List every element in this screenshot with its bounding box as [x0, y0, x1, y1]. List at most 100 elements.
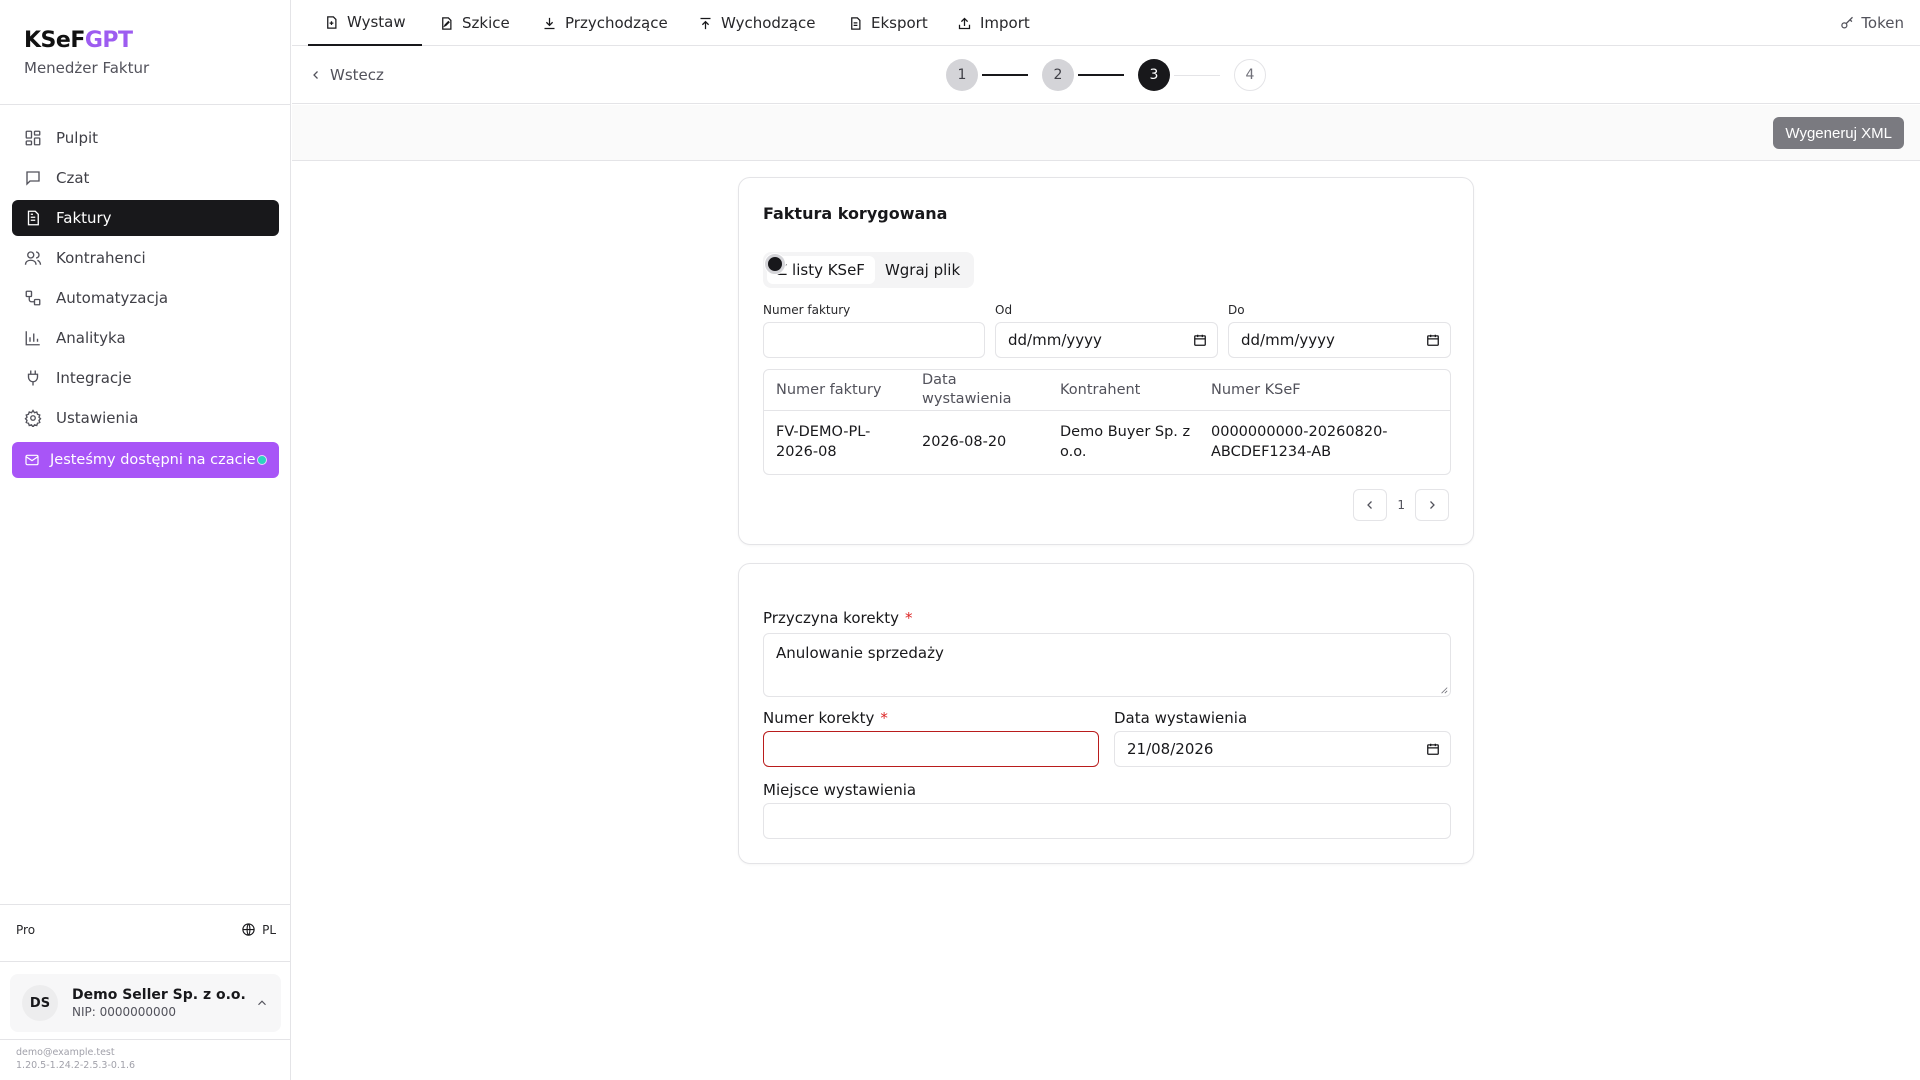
sidebar-item-label: Integracje	[56, 369, 132, 387]
sidebar-item-integracje[interactable]: Integracje	[12, 360, 279, 396]
sidebar-item-label: Automatyzacja	[56, 289, 169, 307]
tab-przychodzace[interactable]: Przychodzące	[542, 0, 668, 46]
chevron-right-icon	[1430, 501, 1435, 509]
calendar-icon[interactable]	[1426, 742, 1440, 756]
sidebar-item-pulpit[interactable]: Pulpit	[12, 120, 279, 156]
date-to-input[interactable]: dd/mm/yyyy	[1228, 322, 1451, 358]
logo-text-gpt: GPT	[84, 28, 133, 53]
cell-date: 2026-08-20	[922, 434, 1007, 450]
column-header-date-line: wystawienia	[922, 391, 1012, 407]
gear-icon	[24, 409, 42, 427]
back-button[interactable]: Wstecz	[310, 46, 384, 104]
date-to-value: dd/mm/yyyy	[1241, 331, 1335, 349]
token-button[interactable]: Token	[1840, 0, 1904, 46]
plan-row: Pro PL	[16, 922, 276, 937]
tab-eksport[interactable]: Eksport	[848, 0, 928, 46]
issue-date-label: Data wystawienia	[1114, 709, 1248, 727]
upload-icon	[700, 17, 711, 29]
cell-number: FV-DEMO-PL- 2026-08	[776, 422, 870, 462]
logo-text-ksef: KSeF	[24, 28, 85, 53]
calendar-icon[interactable]	[1426, 333, 1440, 347]
table-header: Numer faktury Data wystawienia Kontrahen…	[764, 370, 1450, 411]
sidebar-divider	[0, 1039, 291, 1040]
dashboard-icon	[25, 130, 41, 146]
sidebar-item-czat[interactable]: Czat	[12, 160, 279, 196]
file-plus-icon	[327, 15, 337, 29]
back-label: Wstecz	[330, 66, 384, 84]
prev-page-button[interactable]	[1353, 489, 1388, 521]
correction-number-input[interactable]	[763, 731, 1099, 767]
app-logo[interactable]: KSeFGPT	[24, 28, 149, 53]
sidebar-item-ustawienia[interactable]: Ustawienia	[12, 400, 279, 436]
company-name: Demo Seller Sp. z o.o.	[72, 987, 246, 1003]
step-connector	[1174, 75, 1220, 76]
sidebar-item-automatyzacja[interactable]: Automatyzacja	[12, 280, 279, 316]
cell-ksef-number: 0000000000-20260820- ABCDEF1234-AB	[1211, 422, 1388, 462]
calendar-icon[interactable]	[1193, 333, 1207, 347]
sidebar-item-kontrahenci[interactable]: Kontrahenci	[12, 240, 279, 276]
globe-icon	[242, 923, 255, 936]
tab-label: Import	[980, 14, 1030, 32]
sidebar-item-faktury[interactable]: Faktury	[12, 200, 279, 236]
chart-icon	[25, 331, 40, 346]
correction-reason-textarea[interactable]: Anulowanie sprzedaży	[763, 633, 1451, 697]
issue-place-input[interactable]	[763, 803, 1451, 839]
chat-available-button[interactable]: Jesteśmy dostępni na czacie	[12, 442, 279, 478]
sidebar-item-label: Kontrahenci	[56, 249, 146, 267]
sidebar-nav: Pulpit Czat Faktury Kontrahenci Automaty…	[12, 120, 279, 482]
generate-xml-button[interactable]: Wygeneruj XML	[1773, 117, 1904, 149]
step-1[interactable]: 1	[946, 59, 978, 91]
sidebar-item-analityka[interactable]: Analityka	[12, 320, 279, 356]
sidebar-divider	[0, 104, 291, 105]
users-icon	[24, 251, 42, 265]
tab-import[interactable]: Import	[957, 0, 1030, 46]
step-3[interactable]: 3	[1138, 59, 1170, 91]
issue-date-input[interactable]: 21/08/2026	[1114, 731, 1451, 767]
import-icon	[958, 17, 971, 29]
user-info: Demo Seller Sp. z o.o. NIP: 0000000000	[72, 987, 246, 1019]
plug-icon	[27, 370, 39, 386]
cell-line: Demo Buyer Sp. z	[1060, 424, 1191, 440]
sidebar-item-label: Pulpit	[56, 129, 99, 147]
corrected-invoice-card: Faktura korygowana Z listy KSeF Wgraj pl…	[738, 177, 1474, 545]
column-header-date: Data wystawienia	[922, 371, 1011, 409]
step-2[interactable]: 2	[1042, 59, 1074, 91]
date-from-input[interactable]: dd/mm/yyyy	[995, 322, 1218, 358]
pagination: 1	[1353, 489, 1449, 521]
plan-badge: Pro	[16, 922, 36, 937]
next-page-button[interactable]	[1415, 489, 1449, 521]
cell-line: o.o.	[1060, 444, 1087, 460]
cell-line: FV-DEMO-PL-	[776, 424, 871, 440]
correction-reason-value: Anulowanie sprzedaży	[776, 644, 944, 662]
filter-from-label: Od	[995, 303, 1013, 317]
filter-to-label: Do	[1228, 303, 1245, 317]
chevron-left-icon	[313, 71, 318, 79]
tab-wychodzace[interactable]: Wychodzące	[698, 0, 815, 46]
tab-label: Szkice	[462, 14, 510, 32]
date-from-value: dd/mm/yyyy	[1008, 331, 1102, 349]
action-bar: Wygeneruj XML	[292, 105, 1920, 161]
brand: KSeFGPT Menedżer Faktur	[24, 28, 149, 77]
app-subtitle: Menedżer Faktur	[24, 59, 150, 77]
tab-label: Wystaw	[347, 13, 406, 31]
tab-szkice[interactable]: Szkice	[439, 0, 510, 46]
resize-handle-icon[interactable]	[1440, 686, 1448, 694]
language-switcher[interactable]: PL	[241, 922, 276, 937]
correction-number-label: Numer korekty *	[763, 709, 888, 727]
online-status-dot	[257, 455, 267, 465]
export-icon	[851, 16, 861, 30]
ksef-invoice-table: Numer faktury Data wystawienia Kontrahen…	[763, 369, 1451, 475]
chevron-left-icon	[1367, 501, 1373, 509]
invoice-number-filter-input[interactable]	[763, 322, 985, 358]
workflow-icon	[25, 290, 41, 306]
cell-line: 0000000000-20260820-	[1211, 424, 1388, 440]
user-email: demo@example.test	[16, 1047, 115, 1058]
step-4[interactable]: 4	[1234, 59, 1266, 91]
token-label: Token	[1861, 14, 1904, 32]
tab-wystaw[interactable]: Wystaw	[308, 0, 422, 46]
step-connector	[1078, 74, 1124, 76]
correction-number-label-text: Numer korekty	[763, 709, 875, 727]
column-header-ksef: Numer KSeF	[1211, 382, 1301, 398]
user-menu[interactable]: DS Demo Seller Sp. z o.o. NIP: 000000000…	[10, 974, 281, 1032]
source-option-upload-file[interactable]: Wgraj plik	[875, 256, 970, 284]
